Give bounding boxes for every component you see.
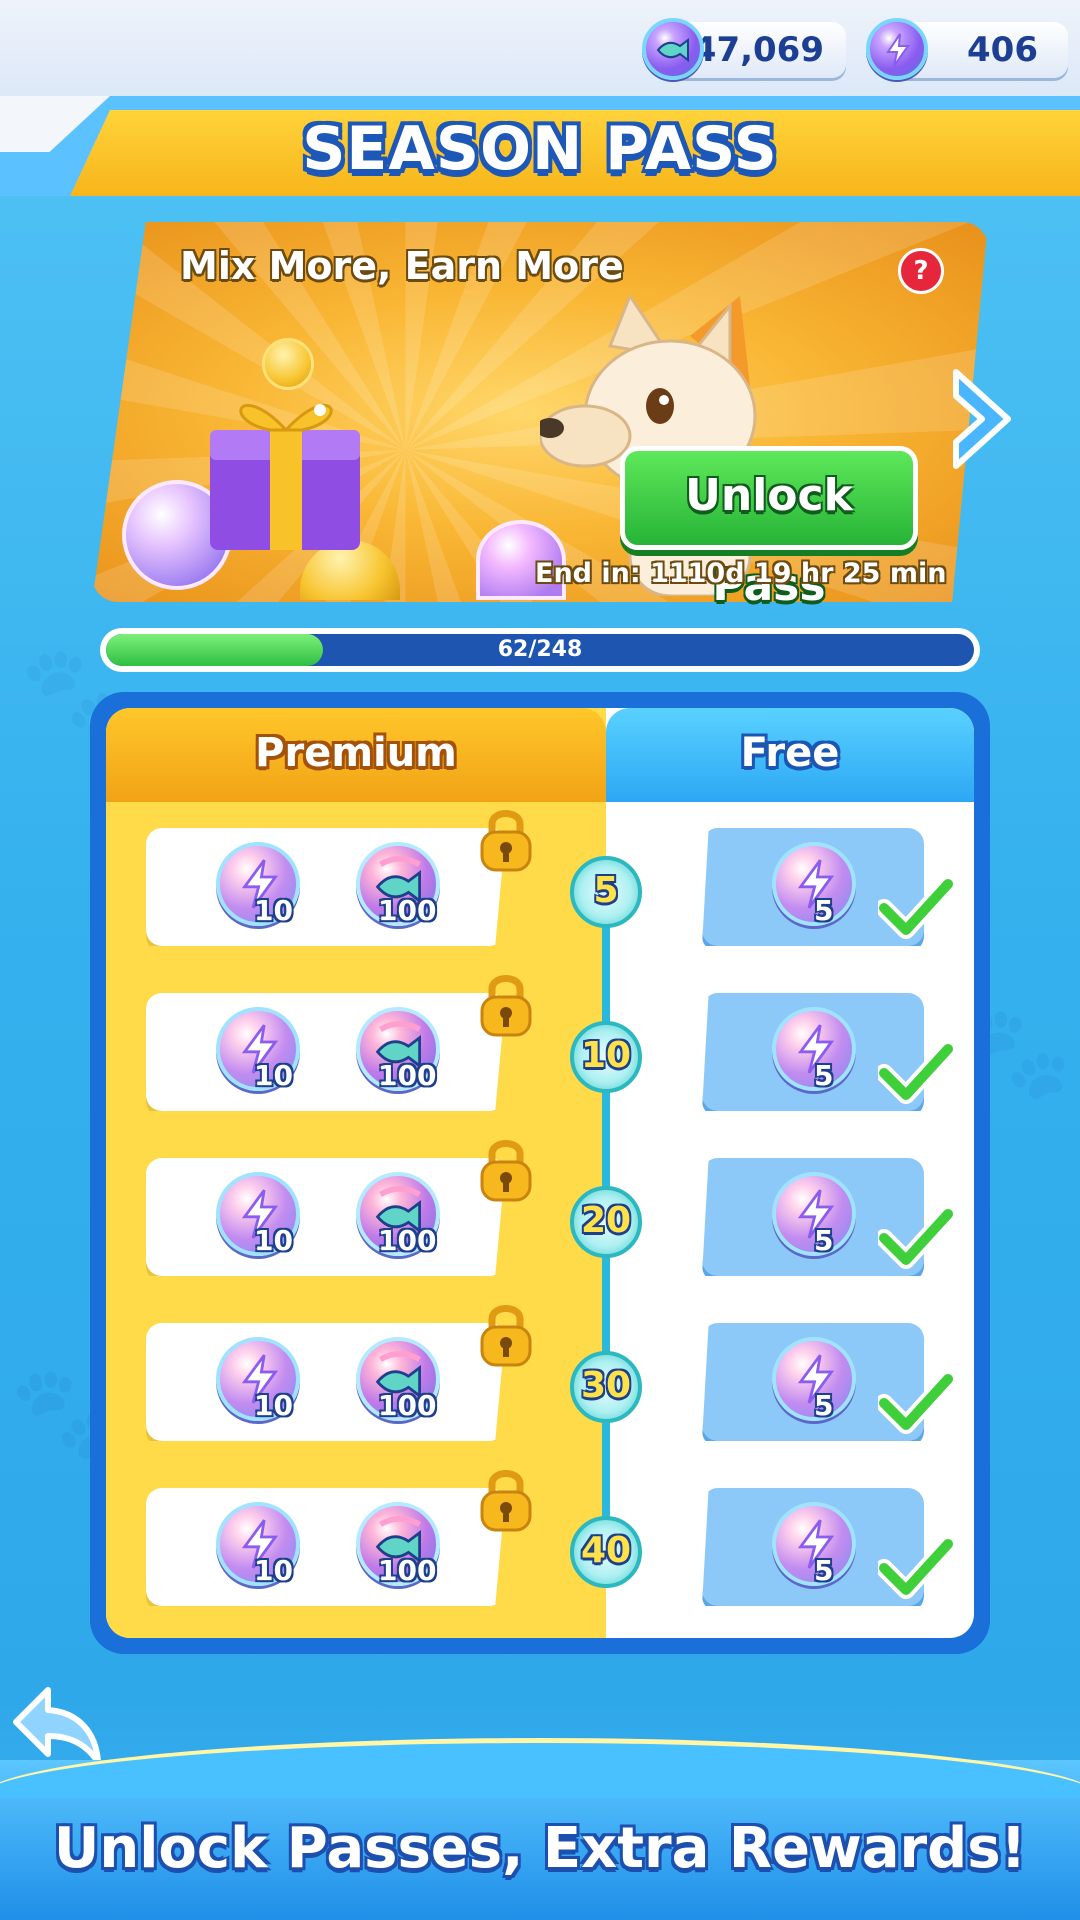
claimed-check-icon — [878, 876, 954, 939]
countdown-timer: End in: 1110d 19 hr 25 min — [535, 558, 947, 589]
reward-quantity: 10 — [254, 1554, 293, 1587]
unlock-pass-button[interactable]: Unlock Pass — [620, 446, 918, 611]
reward-quantity: 5 — [814, 894, 834, 927]
tier-level-badge: 10 — [570, 1021, 642, 1093]
claimed-check-icon — [878, 1536, 954, 1599]
reward-quantity: 100 — [378, 1554, 437, 1587]
tier-row: 10 100 5 5 — [106, 810, 974, 948]
premium-header: Premium — [255, 730, 457, 776]
reward-quantity: 100 — [378, 1224, 437, 1257]
lock-icon — [480, 810, 532, 872]
lock-icon — [480, 1305, 532, 1367]
reward-quantity: 5 — [814, 1554, 834, 1587]
lock-icon — [480, 1470, 532, 1532]
reward-quantity: 100 — [378, 894, 437, 927]
premium-reward-card[interactable]: 10 100 — [146, 1488, 506, 1606]
reward-quantity: 5 — [814, 1389, 834, 1422]
lock-icon — [480, 1140, 532, 1202]
reward-quantity: 10 — [254, 1059, 293, 1092]
back-arrow-icon[interactable] — [8, 1680, 108, 1770]
tier-row: 10 100 30 5 — [106, 1305, 974, 1443]
premium-reward-card[interactable]: 10 100 — [146, 828, 506, 946]
energy-currency-value: 406 — [967, 30, 1038, 70]
help-button[interactable]: ? — [898, 248, 944, 294]
tier-level-badge: 20 — [570, 1186, 642, 1258]
claimed-check-icon — [878, 1206, 954, 1269]
tier-row: 10 100 20 5 — [106, 1140, 974, 1278]
reward-quantity: 5 — [814, 1059, 834, 1092]
premium-reward-card[interactable]: 10 100 — [146, 993, 506, 1111]
reward-quantity: 10 — [254, 1224, 293, 1257]
season-progress-bar: 62/248 — [100, 628, 980, 672]
claimed-check-icon — [878, 1371, 954, 1434]
reward-quantity: 10 — [254, 894, 293, 927]
rewards-panel: Premium Free 10 100 5 5 10 100 10 5 10 1… — [90, 692, 990, 1654]
premium-reward-card[interactable]: 10 100 — [146, 1323, 506, 1441]
reward-quantity: 100 — [378, 1389, 437, 1422]
reward-quantity: 100 — [378, 1059, 437, 1092]
reward-quantity: 5 — [814, 1224, 834, 1257]
premium-reward-card[interactable]: 10 100 — [146, 1158, 506, 1276]
gift-box-icon — [210, 403, 360, 550]
banner-title: Mix More, Earn More — [180, 244, 624, 288]
lock-icon — [480, 975, 532, 1037]
tier-level-badge: 5 — [570, 856, 642, 928]
claimed-check-icon — [878, 1041, 954, 1104]
energy-coin-icon — [866, 18, 928, 80]
next-arrow-icon[interactable] — [948, 364, 1018, 474]
footer-tagline: Unlock Passes, Extra Rewards! — [53, 1816, 1027, 1881]
tier-level-badge: 40 — [570, 1516, 642, 1588]
page-title: SEASON PASS — [302, 114, 778, 184]
reward-quantity: 10 — [254, 1389, 293, 1422]
progress-label: 62/248 — [497, 637, 583, 662]
tier-row: 10 100 40 5 — [106, 1470, 974, 1608]
tier-row: 10 100 10 5 — [106, 975, 974, 1113]
fish-coin-icon — [642, 18, 704, 80]
tier-level-badge: 30 — [570, 1351, 642, 1423]
free-header: Free — [740, 730, 840, 776]
